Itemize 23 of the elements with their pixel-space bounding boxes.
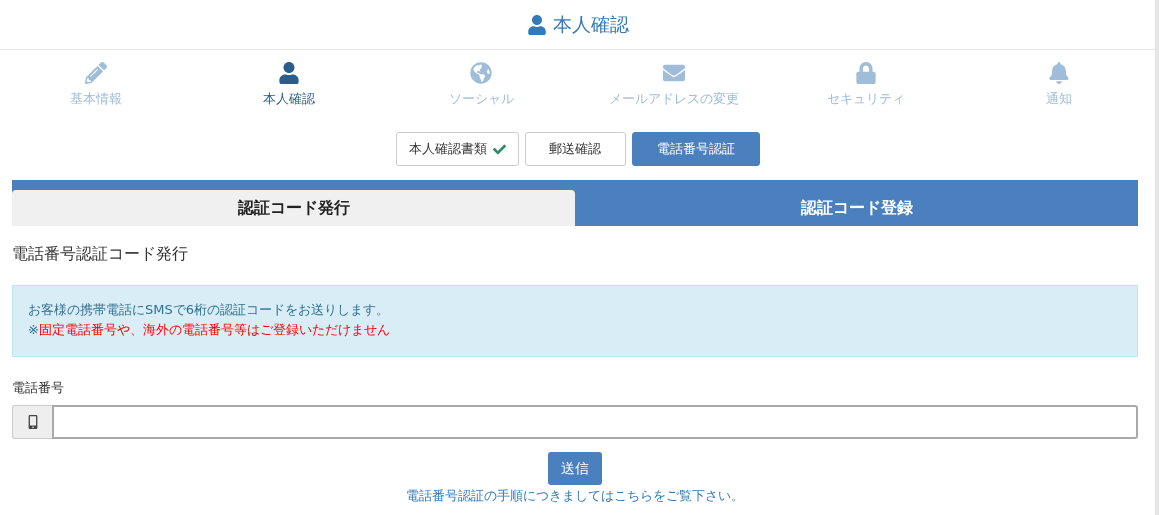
help-link[interactable]: 電話番号認証の手順につきましてはこちらをご覧下さい。 <box>406 487 744 505</box>
nav-tab[interactable]: 本人確認 <box>192 62 385 112</box>
step-button[interactable]: 電話番号認証 <box>631 132 760 166</box>
pencil-icon <box>85 62 108 84</box>
field-label: 電話番号 <box>12 379 65 397</box>
step-button[interactable]: 本人確認書類 <box>395 132 519 166</box>
warning-text: ※固定電話番号や、海外の電話番号等はご登録いただけません <box>28 321 391 339</box>
phone-input[interactable] <box>52 405 1138 439</box>
globe-icon <box>470 62 493 84</box>
lock-icon <box>855 62 878 84</box>
user-icon <box>526 14 547 35</box>
nav-tab[interactable]: 基本情報 <box>0 62 193 112</box>
tab[interactable]: 認証コード発行 <box>12 190 575 226</box>
info-text: お客様の携帯電話にSMSで6桁の認証コードをお送りします。 <box>28 301 390 319</box>
submit-button[interactable]: 送信 <box>548 452 602 485</box>
bell-icon <box>1047 62 1070 84</box>
step-button[interactable]: 郵送確認 <box>524 132 626 166</box>
page-title: 本人確認 <box>552 11 629 37</box>
user-icon <box>277 62 300 84</box>
nav-tab[interactable]: メールアドレスの変更 <box>577 62 770 112</box>
section-title: 電話番号認証コード発行 <box>12 244 189 265</box>
tab[interactable]: 認証コード登録 <box>575 190 1138 226</box>
envelope-icon <box>662 62 685 84</box>
